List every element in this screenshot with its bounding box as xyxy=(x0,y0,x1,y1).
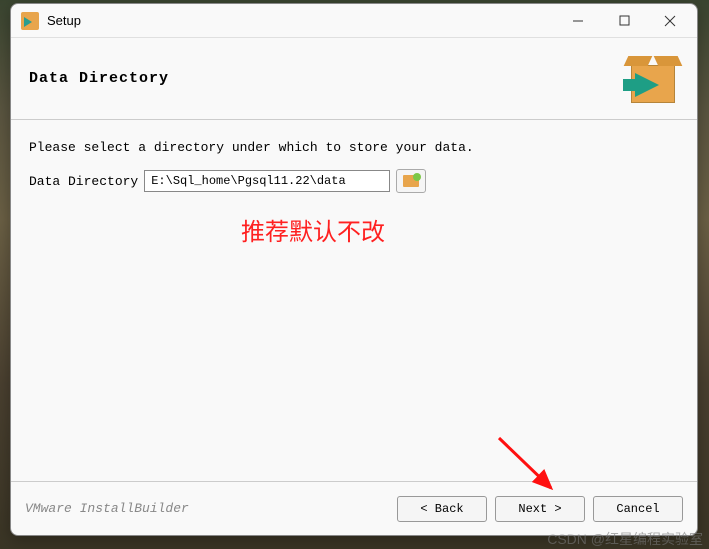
wizard-header: Data Directory xyxy=(11,38,697,120)
cancel-button[interactable]: Cancel xyxy=(593,496,683,522)
wizard-footer: VMware InstallBuilder < Back Next > Canc… xyxy=(11,481,697,535)
annotation-text: 推荐默认不改 xyxy=(241,212,385,247)
wizard-content: Please select a directory under which to… xyxy=(11,120,697,481)
data-directory-row: Data Directory xyxy=(29,169,679,193)
prompt-text: Please select a directory under which to… xyxy=(29,140,679,155)
minimize-button[interactable] xyxy=(555,6,601,36)
titlebar: Setup xyxy=(11,4,697,38)
watermark: CSDN @红星编程实验室 xyxy=(547,529,703,549)
setup-window: Setup Data Directory Please select a dir… xyxy=(10,3,698,536)
package-box-icon xyxy=(623,51,679,107)
folder-icon xyxy=(403,175,419,187)
window-controls xyxy=(555,6,693,36)
maximize-button[interactable] xyxy=(601,6,647,36)
red-arrow-annotation xyxy=(491,430,571,500)
data-directory-input[interactable] xyxy=(144,170,390,192)
back-button[interactable]: < Back xyxy=(397,496,487,522)
footer-brand: VMware InstallBuilder xyxy=(25,501,389,516)
window-title: Setup xyxy=(47,13,555,28)
page-title: Data Directory xyxy=(29,70,169,87)
data-directory-label: Data Directory xyxy=(29,174,138,189)
browse-button[interactable] xyxy=(396,169,426,193)
app-icon xyxy=(21,12,39,30)
close-button[interactable] xyxy=(647,6,693,36)
